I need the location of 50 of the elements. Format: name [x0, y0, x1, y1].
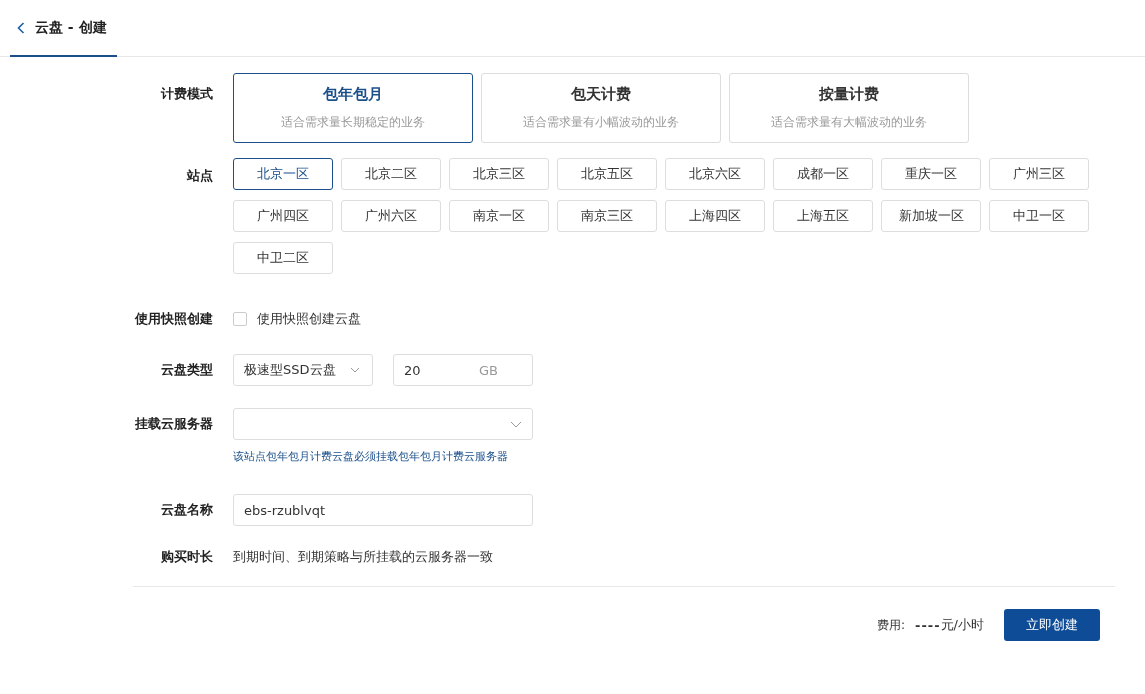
billing-option-card[interactable]: 包年包月 适合需求量长期稳定的业务 — [233, 73, 473, 143]
chevron-down-icon — [350, 367, 360, 373]
back-chevron-icon[interactable] — [17, 22, 25, 34]
billing-option-card[interactable]: 按量计费 适合需求量有大幅波动的业务 — [729, 73, 969, 143]
site-option[interactable]: 南京一区 — [449, 200, 549, 232]
fee-value: ---- — [915, 617, 941, 633]
fee-label: 费用: — [876, 616, 905, 634]
create-button[interactable]: 立即创建 — [1004, 609, 1100, 641]
page-title: 云盘 - 创建 — [35, 19, 107, 37]
disk-name-input[interactable]: ebs-rzublvqt — [233, 494, 533, 526]
site-option[interactable]: 中卫二区 — [233, 242, 333, 274]
site-option[interactable]: 重庆一区 — [881, 158, 981, 190]
field-label: 挂载云服务器 — [134, 415, 213, 433]
site-option[interactable]: 北京二区 — [341, 158, 441, 190]
site-option[interactable]: 成都一区 — [773, 158, 873, 190]
site-option[interactable]: 广州三区 — [989, 158, 1089, 190]
field-label: 计费模式 — [160, 85, 213, 103]
site-option[interactable]: 上海五区 — [773, 200, 873, 232]
field-label: 云盘类型 — [160, 361, 213, 379]
billing-option-title: 包年包月 — [323, 85, 383, 104]
field-label: 站点 — [186, 167, 213, 185]
checkbox[interactable] — [233, 312, 247, 326]
billing-option-description: 适合需求量有小幅波动的业务 — [523, 114, 679, 131]
checkbox-label[interactable]: 使用快照创建云盘 — [257, 310, 361, 328]
page-tab[interactable]: 云盘 - 创建 — [10, 1, 117, 57]
billing-option-description: 适合需求量长期稳定的业务 — [281, 114, 425, 131]
site-option[interactable]: 广州四区 — [233, 200, 333, 232]
field-label: 云盘名称 — [160, 501, 213, 519]
site-option[interactable]: 北京一区 — [233, 158, 333, 190]
disk-type-dropdown[interactable]: 极速型SSD云盘 — [233, 354, 373, 386]
field-label: 使用快照创建 — [133, 310, 213, 328]
disk-size-field[interactable]: 20 GB — [393, 354, 533, 386]
site-option[interactable]: 北京五区 — [557, 158, 657, 190]
hint-text: 该站点包年包月计费云盘必须挂载包年包月计费云服务器 — [233, 449, 509, 464]
site-option[interactable]: 北京六区 — [665, 158, 765, 190]
duration-text: 到期时间、到期策略与所挂载的云服务器一致 — [233, 548, 493, 566]
site-option[interactable]: 中卫一区 — [989, 200, 1089, 232]
site-option[interactable]: 广州六区 — [341, 200, 441, 232]
fee-unit: 元/小时 — [940, 616, 984, 634]
site-option[interactable]: 北京三区 — [449, 158, 549, 190]
billing-option-title: 按量计费 — [819, 85, 879, 104]
server-dropdown[interactable] — [233, 408, 533, 440]
billing-option-description: 适合需求量有大幅波动的业务 — [771, 114, 927, 131]
field-label: 购买时长 — [160, 548, 213, 566]
chevron-down-icon — [510, 420, 522, 428]
billing-option-title: 包天计费 — [571, 85, 631, 104]
site-option[interactable]: 新加坡一区 — [881, 200, 981, 232]
site-option[interactable]: 南京三区 — [557, 200, 657, 232]
billing-option-card[interactable]: 包天计费 适合需求量有小幅波动的业务 — [481, 73, 721, 143]
site-option[interactable]: 上海四区 — [665, 200, 765, 232]
